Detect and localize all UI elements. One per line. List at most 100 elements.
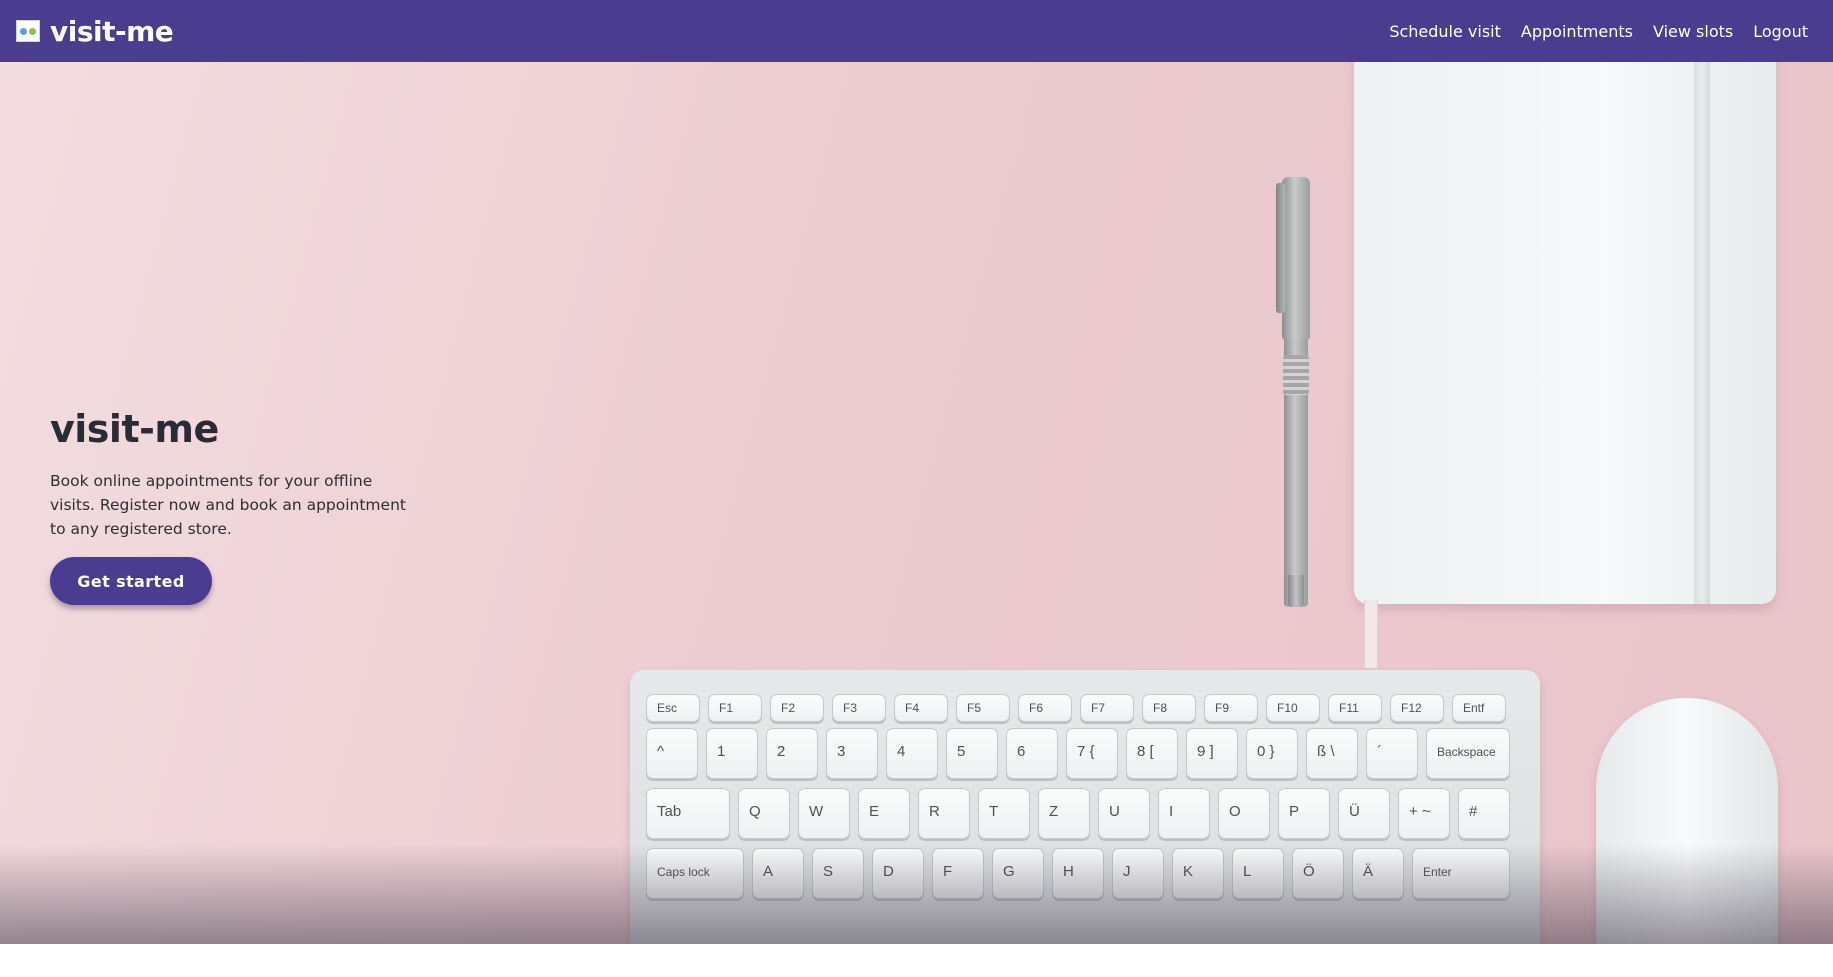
keyboard-key-label: P	[1289, 803, 1300, 820]
keyboard-row: Esc F1 F2 F3 F4 F5 F6 F7 F8 F9 F10 F11 F12 Entf	[646, 694, 1522, 722]
keyboard-key: F2	[770, 694, 824, 722]
keyboard-key: 7 {	[1066, 728, 1118, 779]
keyboard-key: F8	[1142, 694, 1196, 722]
keyboard-key-label: I	[1169, 803, 1174, 820]
keyboard-key-label: F5	[967, 701, 982, 715]
visit-me-logo-icon	[16, 20, 40, 42]
keyboard-key-label: F10	[1277, 701, 1298, 715]
keyboard-key: U	[1098, 788, 1150, 839]
keyboard-key-label: Esc	[657, 701, 678, 715]
keyboard-key-label: Entf	[1463, 701, 1485, 715]
logo-dot-blue	[20, 27, 27, 35]
keyboard-key: 9 ]	[1186, 728, 1238, 779]
keyboard-key-label: F2	[781, 701, 796, 715]
keyboard-key: P	[1278, 788, 1330, 839]
keyboard-key-label: 8 [	[1137, 743, 1154, 760]
keyboard-key: F4	[894, 694, 948, 722]
keyboard-key-label: 0 }	[1257, 743, 1275, 760]
keyboard-key-label: W	[809, 803, 824, 820]
keyboard-key: #	[1458, 788, 1510, 839]
keyboard-key: ß \	[1306, 728, 1358, 779]
keyboard-key: F1	[708, 694, 762, 722]
notebook-ribbon	[1364, 600, 1378, 668]
keyboard-key-label: T	[989, 803, 999, 820]
keyboard-key-label: 1	[717, 743, 726, 760]
keyboard-key-label: 2	[777, 743, 786, 760]
keyboard-key: Ü	[1338, 788, 1390, 839]
keyboard-key-label: F6	[1029, 701, 1044, 715]
pen-grip	[1283, 355, 1309, 395]
keyboard-key-label: O	[1229, 803, 1241, 820]
hero-description: Book online appointments for your offlin…	[50, 472, 406, 538]
nav-link-logout[interactable]: Logout	[1753, 22, 1808, 41]
hero-bottom-fade	[0, 844, 1833, 944]
keyboard-key-label: F9	[1215, 701, 1230, 715]
keyboard-key-label: #	[1469, 803, 1478, 820]
keyboard-key-label: Tab	[657, 803, 682, 820]
keyboard-key: F12	[1390, 694, 1444, 722]
keyboard-key-label: R	[929, 803, 940, 820]
hero-section: Esc F1 F2 F3 F4 F5 F6 F7 F8 F9 F10 F11 F12 Entf ^ 1 2 3 4 5…	[0, 62, 1833, 944]
hero-content: visit-me Book online appointments for yo…	[50, 407, 470, 605]
nav-links: Schedule visit Appointments View slots L…	[1389, 0, 1808, 62]
keyboard-key-label: F1	[719, 701, 734, 715]
keyboard-key-label: F11	[1339, 701, 1359, 715]
brand-link[interactable]: visit-me	[16, 0, 174, 62]
keyboard-key: 5	[946, 728, 998, 779]
keyboard-key: 0 }	[1246, 728, 1298, 779]
keyboard-key-label: E	[869, 803, 880, 820]
keyboard-key-label: F7	[1091, 701, 1106, 715]
nav-link-schedule-visit[interactable]: Schedule visit	[1389, 22, 1501, 41]
keyboard-key: Entf	[1452, 694, 1506, 722]
keyboard-key: T	[978, 788, 1030, 839]
keyboard-key: E	[858, 788, 910, 839]
keyboard-key: 3	[826, 728, 878, 779]
keyboard-row: ^ 1 2 3 4 5 6 7 { 8 [ 9 ] 0 } ß \ ´ Backspace	[646, 728, 1522, 779]
nav-link-view-slots[interactable]: View slots	[1653, 22, 1733, 41]
keyboard-key: O	[1218, 788, 1270, 839]
keyboard-key-label: 3	[837, 743, 846, 760]
keyboard-key: 4	[886, 728, 938, 779]
keyboard-key: 1	[706, 728, 758, 779]
pen-cap	[1282, 177, 1310, 339]
keyboard-key: Z	[1038, 788, 1090, 839]
keyboard-key: 8 [	[1126, 728, 1178, 779]
hero-pen-image	[1276, 177, 1316, 607]
keyboard-key: 6	[1006, 728, 1058, 779]
hero-title: visit-me	[50, 407, 219, 451]
get-started-button[interactable]: Get started	[50, 557, 212, 605]
keyboard-key-label: ^	[657, 743, 665, 760]
keyboard-key-label: 4	[897, 743, 906, 760]
keyboard-key-label: 6	[1017, 743, 1026, 760]
keyboard-key-label: Q	[749, 803, 761, 820]
keyboard-key: F9	[1204, 694, 1258, 722]
nav-link-appointments[interactable]: Appointments	[1521, 22, 1633, 41]
keyboard-key: I	[1158, 788, 1210, 839]
keyboard-key: R	[918, 788, 970, 839]
keyboard-row: Tab Q W E R T Z U I O P Ü + ~ #	[646, 788, 1522, 839]
keyboard-key: ´	[1366, 728, 1418, 779]
keyboard-key-label: 9 ]	[1197, 743, 1214, 760]
keyboard-key: 2	[766, 728, 818, 779]
hero-notebook-image	[1354, 62, 1776, 604]
keyboard-key-label: 5	[957, 743, 966, 760]
pen-tip	[1288, 575, 1304, 607]
keyboard-key-label: F12	[1401, 701, 1422, 715]
keyboard-key-label: 7 {	[1077, 743, 1095, 760]
keyboard-key-label: F3	[843, 701, 858, 715]
keyboard-key: F10	[1266, 694, 1320, 722]
keyboard-key: W	[798, 788, 850, 839]
keyboard-key: F3	[832, 694, 886, 722]
notebook-band	[1694, 62, 1710, 604]
keyboard-key: ^	[646, 728, 698, 779]
keyboard-key-label: F4	[905, 701, 920, 715]
keyboard-key: + ~	[1398, 788, 1450, 839]
keyboard-key: F5	[956, 694, 1010, 722]
keyboard-key-label: Ü	[1349, 803, 1360, 820]
navbar: visit-me Schedule visit Appointments Vie…	[0, 0, 1833, 62]
logo-dot-green	[29, 27, 36, 35]
keyboard-key: Q	[738, 788, 790, 839]
keyboard-key-label: Backspace	[1437, 745, 1496, 759]
keyboard-key-label: U	[1109, 803, 1120, 820]
keyboard-key: F7	[1080, 694, 1134, 722]
